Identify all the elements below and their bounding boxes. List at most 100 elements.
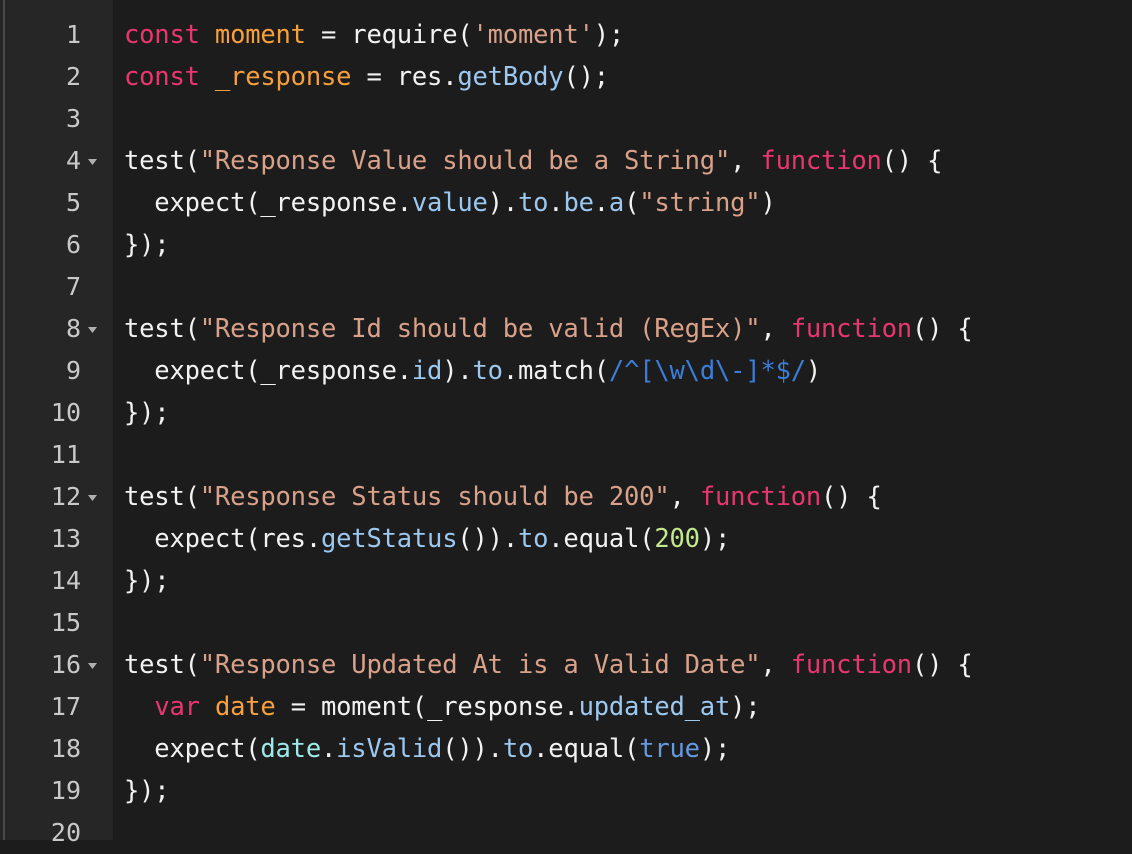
line-number: 7 bbox=[65, 272, 81, 301]
gutter-line-2[interactable]: 2 bbox=[0, 56, 113, 98]
gutter-line-6[interactable]: 6 bbox=[0, 224, 113, 266]
line-number: 15 bbox=[50, 608, 81, 637]
token: function bbox=[790, 314, 912, 344]
code-line-18[interactable]: expect(date.isValid()).to.equal(true); bbox=[124, 728, 1132, 770]
line-number: 2 bbox=[65, 62, 81, 91]
code-line-6[interactable]: }); bbox=[124, 224, 1132, 266]
fold-chevron-down-icon[interactable] bbox=[81, 323, 103, 336]
gutter-line-5[interactable]: 5 bbox=[0, 182, 113, 224]
gutter-line-9[interactable]: 9 bbox=[0, 350, 113, 392]
code-line-20[interactable] bbox=[124, 812, 1132, 840]
fold-chevron-down-icon[interactable] bbox=[81, 491, 103, 504]
token: ); bbox=[730, 692, 761, 722]
gutter-line-10[interactable]: 10 bbox=[0, 392, 113, 434]
gutter-line-14[interactable]: 14 bbox=[0, 560, 113, 602]
line-number: 3 bbox=[65, 104, 81, 133]
gutter-line-20[interactable]: 20 bbox=[0, 812, 113, 854]
code-line-8[interactable]: test("Response Id should be valid (RegEx… bbox=[124, 308, 1132, 350]
line-number-gutter[interactable]: 1 2 3 4 5 6 7 8 9 10 11 12 13 14 15 16 17 18 19 20 bbox=[0, 0, 113, 847]
code-line-1[interactable]: const moment = require('moment'); bbox=[124, 14, 1132, 56]
gutter-line-17[interactable]: 17 bbox=[0, 686, 113, 728]
gutter-line-19[interactable]: 19 bbox=[0, 770, 113, 812]
token: function bbox=[790, 650, 912, 680]
token: ); bbox=[699, 734, 731, 764]
line-number: 5 bbox=[65, 188, 81, 217]
token: var bbox=[154, 692, 200, 722]
token: be bbox=[563, 188, 594, 218]
token: ) bbox=[805, 356, 822, 386]
token: () { bbox=[821, 482, 882, 512]
code-line-15[interactable] bbox=[124, 602, 1132, 644]
token: }); bbox=[124, 398, 170, 428]
token: () { bbox=[881, 146, 943, 176]
token: "Response Value should be a String" bbox=[199, 146, 731, 176]
token: .equal( bbox=[533, 734, 640, 764]
token: moment bbox=[214, 20, 306, 50]
code-line-12[interactable]: test("Response Status should be 200", fu… bbox=[124, 476, 1132, 518]
token: ). bbox=[442, 356, 473, 386]
token: = res. bbox=[351, 62, 458, 92]
gutter-line-3[interactable]: 3 bbox=[0, 98, 113, 140]
gutter-line-12[interactable]: 12 bbox=[0, 476, 113, 518]
token: , bbox=[760, 650, 791, 680]
token: () { bbox=[911, 650, 973, 680]
token: ); bbox=[593, 20, 625, 50]
token: function bbox=[760, 146, 882, 176]
code-line-3[interactable] bbox=[124, 98, 1132, 140]
token: ()). bbox=[457, 524, 518, 554]
token: /^[\w\d\-]*$/ bbox=[608, 356, 806, 386]
code-line-11[interactable] bbox=[124, 434, 1132, 476]
line-number: 18 bbox=[50, 734, 81, 763]
token: .match( bbox=[502, 356, 609, 386]
code-line-4[interactable]: test("Response Value should be a String"… bbox=[124, 140, 1132, 182]
gutter-line-13[interactable]: 13 bbox=[0, 518, 113, 560]
code-line-2[interactable]: const _response = res.getBody(); bbox=[124, 56, 1132, 98]
token: function bbox=[699, 482, 822, 512]
code-line-9[interactable]: expect(_response.id).to.match(/^[\w\d\-]… bbox=[124, 350, 1132, 392]
line-number: 11 bbox=[50, 440, 81, 469]
line-number: 4 bbox=[65, 146, 81, 175]
code-line-17[interactable]: var date = moment(_response.updated_at); bbox=[124, 686, 1132, 728]
token: date bbox=[260, 734, 321, 764]
gutter-line-7[interactable]: 7 bbox=[0, 266, 113, 308]
token: }); bbox=[124, 566, 170, 596]
code-line-14[interactable]: }); bbox=[124, 560, 1132, 602]
fold-chevron-down-icon[interactable] bbox=[81, 659, 103, 672]
gutter-line-4[interactable]: 4 bbox=[0, 140, 113, 182]
gutter-line-8[interactable]: 8 bbox=[0, 308, 113, 350]
token: ( bbox=[624, 188, 640, 218]
token: , bbox=[669, 482, 700, 512]
code-line-16[interactable]: test("Response Updated At is a Valid Dat… bbox=[124, 644, 1132, 686]
token: = moment(_response. bbox=[275, 692, 579, 722]
token: , bbox=[760, 314, 791, 344]
token: to bbox=[502, 734, 534, 764]
token: . bbox=[593, 188, 609, 218]
token: = require( bbox=[305, 20, 473, 50]
line-number: 14 bbox=[50, 566, 81, 595]
code-line-10[interactable]: }); bbox=[124, 392, 1132, 434]
token: "Response Status should be 200" bbox=[199, 482, 670, 512]
gutter-line-11[interactable]: 11 bbox=[0, 434, 113, 476]
code-line-13[interactable]: expect(res.getStatus()).to.equal(200); bbox=[124, 518, 1132, 560]
code-editor[interactable]: 1 2 3 4 5 6 7 8 9 10 11 12 13 14 15 16 17 18 19 20 const mo… bbox=[0, 0, 1132, 847]
line-number: 13 bbox=[50, 524, 81, 553]
token: to bbox=[517, 188, 549, 218]
fold-chevron-down-icon[interactable] bbox=[81, 155, 103, 168]
token: "Response Id should be valid (RegEx)" bbox=[199, 314, 761, 344]
code-content-area[interactable]: const moment = require('moment'); const _… bbox=[113, 0, 1132, 840]
gutter-line-16[interactable]: 16 bbox=[0, 644, 113, 686]
code-line-7[interactable] bbox=[124, 266, 1132, 308]
gutter-line-15[interactable]: 15 bbox=[0, 602, 113, 644]
token: (); bbox=[563, 62, 609, 92]
token: _response bbox=[214, 62, 352, 92]
token: a bbox=[608, 188, 625, 218]
code-line-19[interactable]: }); bbox=[124, 770, 1132, 812]
editor-left-border bbox=[3, 0, 5, 840]
gutter-line-1[interactable]: 1 bbox=[0, 14, 113, 56]
gutter-line-18[interactable]: 18 bbox=[0, 728, 113, 770]
token: getBody bbox=[457, 62, 564, 92]
code-line-5[interactable]: expect(_response.value).to.be.a("string"… bbox=[124, 182, 1132, 224]
token: const bbox=[124, 20, 200, 50]
token: }); bbox=[124, 776, 170, 806]
